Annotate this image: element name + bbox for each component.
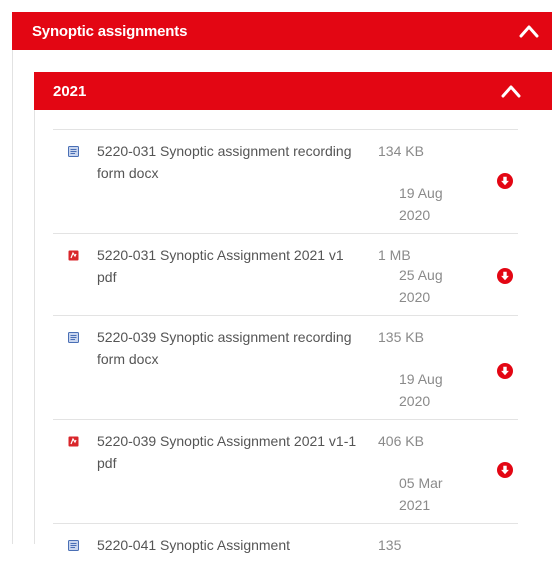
download-circle-icon[interactable] [497, 268, 513, 284]
file-size: 135 [378, 537, 402, 553]
file-row[interactable]: 5220-031 Synoptic Assignment 2021 v1 pdf… [53, 233, 518, 315]
chevron-up-icon[interactable] [518, 20, 540, 42]
file-name-link[interactable]: 5220-031 Synoptic Assignment 2021 v1 pdf [97, 244, 367, 288]
file-size: 134 KB [378, 143, 424, 159]
file-date: 19 Aug 2020 [399, 371, 443, 409]
file-date: 19 Aug 2020 [399, 185, 443, 223]
file-size: 135 KB [378, 329, 424, 345]
file-name-link[interactable]: 5220-031 Synoptic assignment recording f… [97, 140, 367, 184]
download-circle-icon[interactable] [497, 462, 513, 478]
download-circle-icon[interactable] [497, 173, 513, 189]
year-group-header-2021[interactable]: 2021 [34, 72, 552, 110]
file-row[interactable]: 5220-041 Synoptic Assignment 135 [53, 523, 518, 563]
pdf-document-icon [68, 434, 79, 447]
file-row[interactable]: 5220-031 Synoptic assignment recording f… [53, 129, 518, 233]
pdf-document-icon [68, 248, 79, 261]
file-date: 05 Mar 2021 [399, 475, 443, 513]
download-circle-icon[interactable] [497, 363, 513, 379]
section-header-synoptic-assignments[interactable]: Synoptic assignments [12, 12, 552, 50]
word-document-icon [68, 144, 79, 157]
file-name-link[interactable]: 5220-039 Synoptic Assignment 2021 v1-1 p… [97, 430, 367, 474]
file-name-link[interactable]: 5220-039 Synoptic assignment recording f… [97, 326, 367, 370]
chevron-up-icon[interactable] [500, 80, 522, 102]
file-size: 1 MB [378, 247, 411, 263]
file-row[interactable]: 5220-039 Synoptic assignment recording f… [53, 315, 518, 419]
file-size: 406 KB [378, 433, 424, 449]
section-title: Synoptic assignments [32, 22, 188, 40]
file-row[interactable]: 5220-039 Synoptic Assignment 2021 v1-1 p… [53, 419, 518, 523]
word-document-icon [68, 330, 79, 343]
year-group-title: 2021 [53, 82, 87, 100]
file-date: 25 Aug 2020 [399, 267, 443, 305]
file-name-link[interactable]: 5220-041 Synoptic Assignment [97, 534, 367, 556]
